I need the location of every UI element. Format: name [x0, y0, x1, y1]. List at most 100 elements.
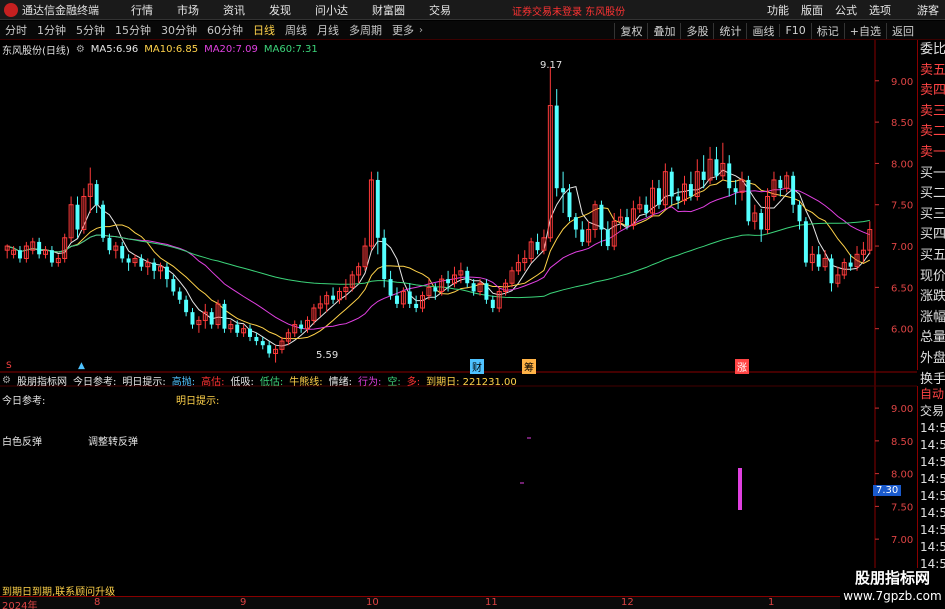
menu-function[interactable]: 功能: [761, 2, 795, 18]
candle-body: [177, 291, 182, 300]
tab-weekly[interactable]: 周线: [280, 22, 312, 38]
tab-60min[interactable]: 60分钟: [202, 22, 248, 38]
indicator-item: 空:: [387, 376, 401, 388]
menu-item-market[interactable]: 市场: [165, 2, 211, 18]
tab-monthly[interactable]: 月线: [312, 22, 344, 38]
candle-body: [49, 250, 54, 263]
quote-field-label: 买三: [920, 206, 945, 222]
tab-1min[interactable]: 1分钟: [32, 22, 71, 38]
quote-field-label: 涨跌: [920, 289, 945, 305]
candle-body: [829, 258, 834, 284]
candle-body: [714, 159, 719, 176]
indicator-bar: [738, 468, 742, 510]
candle-body: [75, 204, 80, 230]
quote-field-label: 总量: [920, 330, 945, 346]
date-tick-label: 8: [94, 597, 101, 608]
candle-body: [331, 295, 336, 300]
trade-time-label: 14:5: [920, 506, 945, 520]
date-axis: 2024年 8 9 10 11 12 1: [0, 596, 917, 609]
menu-layout[interactable]: 版面: [795, 2, 829, 18]
chevron-right-icon[interactable]: ›: [419, 25, 423, 36]
stock-name: 东风股份(日线): [2, 45, 70, 57]
tab-15min[interactable]: 15分钟: [110, 22, 156, 38]
tab-intraday[interactable]: 分时: [0, 22, 32, 38]
candle-body: [152, 262, 157, 271]
candle-body: [688, 184, 693, 197]
indicator-tick-label: 8.00: [891, 470, 913, 481]
candle-body: [535, 241, 540, 251]
mark-button[interactable]: 标记: [810, 22, 844, 39]
date-tick-label: 1: [768, 597, 775, 608]
indicator-item: 高抛:: [171, 376, 196, 388]
candle-body: [184, 299, 189, 313]
quote-side-panel: 委比卖五卖四卖三卖二卖一买一买二买三买四买五现价涨跌涨幅总量外盘换手净资收益: [917, 40, 945, 428]
quote-field-label: 卖一: [920, 144, 945, 160]
up-arrow-icon[interactable]: ▲: [78, 361, 85, 371]
quote-field-label: 买四: [920, 227, 945, 243]
candle-body: [676, 196, 681, 201]
tab-multi-period[interactable]: 多周期: [344, 22, 387, 38]
menu-item-trade[interactable]: 交易: [417, 2, 463, 18]
event-mark-s[interactable]: S: [6, 361, 12, 371]
right-menu: 功能 版面 公式 选项 游客: [761, 0, 945, 20]
candle-body: [644, 204, 649, 213]
date-tick-label: 9: [240, 597, 247, 608]
quote-field-label: 卖五: [920, 62, 945, 78]
menu-item-quotes[interactable]: 行情: [119, 2, 165, 18]
draw-line-button[interactable]: 画线: [746, 22, 779, 39]
candle-body: [248, 328, 252, 337]
indicator-tick-label: 7.50: [891, 502, 913, 513]
kline-chart[interactable]: 9.00 8.50 8.00 7.50 7.00 6.50 6.00 9.00 8.50 8.0…: [0, 40, 945, 596]
menu-options[interactable]: 选项: [863, 2, 897, 18]
indicator-current-value: 7.30: [873, 485, 902, 496]
event-mark-rise[interactable]: 涨: [735, 359, 749, 374]
indicator-item: 今日参考:: [72, 376, 117, 388]
trade-field-label[interactable]: 自动: [918, 386, 945, 403]
stats-button[interactable]: 统计: [713, 22, 746, 39]
login-hint[interactable]: 证券交易未登录 东风股份: [512, 3, 625, 18]
app-title: 通达信金融终端: [22, 3, 99, 17]
candle-body: [733, 188, 738, 193]
candle-body: [484, 283, 489, 300]
candle-body: [490, 299, 495, 309]
settings-icon[interactable]: ⚙: [76, 44, 85, 55]
restore-rights-button[interactable]: 复权: [614, 22, 647, 39]
menu-guest[interactable]: 游客: [911, 2, 945, 18]
multi-stock-button[interactable]: 多股: [680, 22, 713, 39]
menu-item-discover[interactable]: 发现: [257, 2, 303, 18]
settings-icon[interactable]: ⚙: [2, 375, 11, 386]
candle-body: [209, 312, 214, 325]
indicator-item: 低估:: [259, 376, 284, 388]
add-watchlist-button[interactable]: +自选: [843, 22, 886, 39]
menu-formula[interactable]: 公式: [829, 2, 863, 18]
overlay-button[interactable]: 叠加: [647, 22, 680, 39]
event-mark-chips[interactable]: 筹: [522, 359, 536, 374]
quote-field-label: 买二: [920, 186, 945, 202]
date-tick-label: 12: [621, 597, 634, 608]
quote-field-label: 卖三: [920, 103, 945, 119]
low-price-annotation: 5.59: [316, 350, 339, 361]
candle-body: [656, 188, 661, 205]
high-price-annotation: 9.17: [540, 60, 563, 71]
date-tick-label: 2024年: [2, 601, 38, 609]
tab-30min[interactable]: 30分钟: [156, 22, 202, 38]
quote-field-label: 买一: [920, 165, 945, 181]
candle-body: [567, 192, 572, 218]
tab-more[interactable]: 更多: [387, 22, 419, 38]
candle-body: [433, 287, 438, 292]
menu-item-wealth[interactable]: 财富圈: [360, 2, 417, 18]
candle-body: [382, 237, 387, 280]
menu-item-news[interactable]: 资讯: [211, 2, 257, 18]
tab-5min[interactable]: 5分钟: [71, 22, 110, 38]
trade-time-label: 14:5: [920, 472, 945, 486]
quote-field-label: 涨幅: [920, 309, 945, 325]
f10-button[interactable]: F10: [779, 24, 810, 37]
candle-body: [388, 279, 393, 296]
candle-body: [554, 105, 559, 189]
candle-body: [669, 171, 674, 197]
back-button[interactable]: 返回: [886, 22, 919, 39]
tab-daily[interactable]: 日线: [248, 22, 280, 38]
candle-body: [803, 221, 808, 263]
menu-item-ask[interactable]: 问小达: [303, 2, 360, 18]
price-tick-label: 6.00: [891, 325, 913, 336]
